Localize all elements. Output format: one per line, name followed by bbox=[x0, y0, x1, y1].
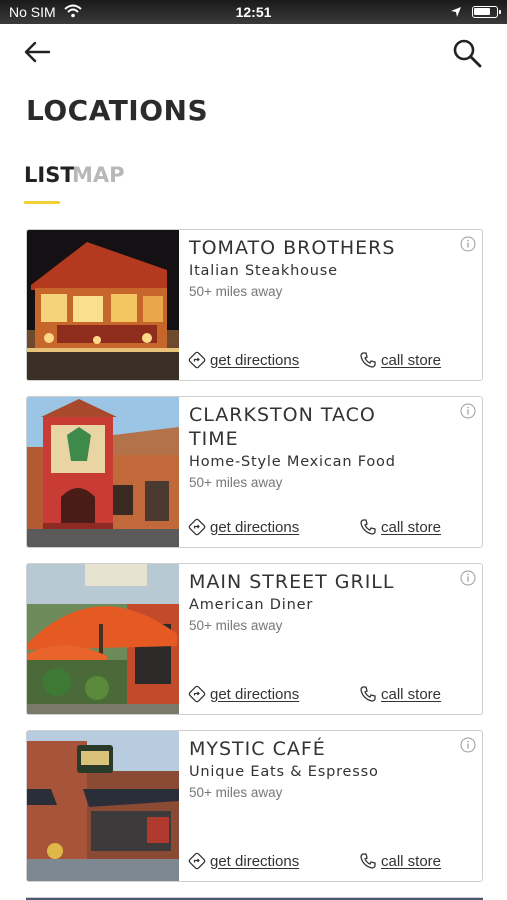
battery-level bbox=[474, 8, 490, 15]
location-card[interactable]: TOMATO BROTHERS Italian Steakhouse 50+ m… bbox=[26, 229, 483, 381]
location-photo bbox=[27, 564, 179, 714]
directions-icon bbox=[188, 852, 206, 870]
location-arrow-icon bbox=[450, 5, 462, 21]
location-photo bbox=[27, 397, 179, 547]
get-directions-label: get directions bbox=[210, 685, 300, 703]
call-store-link[interactable]: call store bbox=[359, 518, 441, 538]
tab-map[interactable]: MAP bbox=[72, 163, 125, 187]
status-time: 12:51 bbox=[235, 4, 272, 20]
phone-icon bbox=[360, 519, 376, 535]
call-store-link[interactable]: call store bbox=[359, 685, 441, 705]
location-category: Unique Eats & Espresso bbox=[189, 764, 379, 780]
get-directions-link[interactable]: get directions bbox=[188, 685, 299, 705]
location-name: TOMATO BROTHERS bbox=[189, 237, 396, 259]
location-category: American Diner bbox=[189, 597, 314, 613]
page-title: LOCATIONS bbox=[26, 94, 209, 127]
location-name: MAIN STREET GRILL bbox=[189, 571, 395, 593]
directions-icon bbox=[188, 518, 206, 536]
phone-icon bbox=[360, 352, 376, 368]
call-store-label: call store bbox=[381, 351, 442, 369]
call-store-label: call store bbox=[381, 685, 442, 703]
info-icon[interactable] bbox=[460, 737, 476, 753]
call-store-label: call store bbox=[381, 518, 442, 536]
battery-icon bbox=[472, 6, 501, 18]
phone-icon bbox=[360, 853, 376, 869]
location-photo bbox=[27, 230, 179, 380]
location-card[interactable]: MAIN STREET GRILL American Diner 50+ mil… bbox=[26, 563, 483, 715]
get-directions-label: get directions bbox=[210, 852, 300, 870]
search-button[interactable] bbox=[450, 36, 484, 70]
arrow-left-icon bbox=[24, 41, 51, 63]
status-bar: No SIM 12:51 bbox=[0, 0, 507, 24]
location-distance: 50+ miles away bbox=[189, 618, 283, 633]
get-directions-link[interactable]: get directions bbox=[188, 518, 299, 538]
tab-list[interactable]: LIST bbox=[24, 163, 75, 187]
directions-icon bbox=[188, 351, 206, 369]
active-tab-indicator bbox=[24, 201, 60, 204]
back-button[interactable] bbox=[20, 36, 54, 68]
call-store-link[interactable]: call store bbox=[359, 852, 441, 872]
info-icon[interactable] bbox=[460, 236, 476, 252]
get-directions-label: get directions bbox=[210, 351, 300, 369]
info-icon[interactable] bbox=[460, 403, 476, 419]
location-name: MYSTIC CAFÉ bbox=[189, 738, 326, 760]
location-category: Home-Style Mexican Food bbox=[189, 454, 396, 470]
call-store-link[interactable]: call store bbox=[359, 351, 441, 371]
location-name: CLARKSTON TACO TIME bbox=[189, 404, 376, 450]
location-card[interactable]: CLARKSTON TACO TIME Home-Style Mexican F… bbox=[26, 396, 483, 548]
get-directions-link[interactable]: get directions bbox=[188, 351, 299, 371]
location-card[interactable]: MYSTIC CAFÉ Unique Eats & Espresso 50+ m… bbox=[26, 730, 483, 882]
location-category: Italian Steakhouse bbox=[189, 263, 338, 279]
get-directions-label: get directions bbox=[210, 518, 300, 536]
search-icon bbox=[453, 39, 482, 68]
info-icon[interactable] bbox=[460, 570, 476, 586]
phone-icon bbox=[360, 686, 376, 702]
get-directions-link[interactable]: get directions bbox=[188, 852, 299, 872]
location-distance: 50+ miles away bbox=[189, 785, 283, 800]
location-distance: 50+ miles away bbox=[189, 284, 283, 299]
call-store-label: call store bbox=[381, 852, 442, 870]
location-distance: 50+ miles away bbox=[189, 475, 283, 490]
directions-icon bbox=[188, 685, 206, 703]
location-photo bbox=[27, 731, 179, 881]
